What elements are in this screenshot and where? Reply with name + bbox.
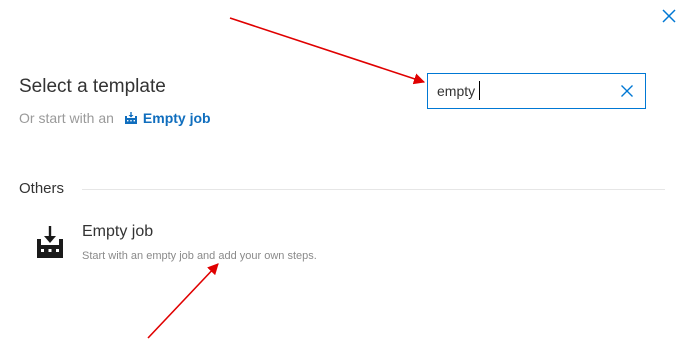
section-divider	[82, 189, 665, 190]
template-description: Start with an empty job and add your own…	[82, 250, 317, 262]
template-name: Empty job	[82, 223, 154, 240]
search-box	[427, 73, 646, 109]
clear-search-button[interactable]	[620, 84, 634, 98]
close-icon	[662, 9, 676, 23]
text-caret	[479, 81, 480, 100]
page-title: Select a template	[19, 76, 166, 97]
annotation-arrows	[147, 17, 426, 339]
clear-icon	[621, 85, 633, 97]
annotation-arrow-to-search	[229, 17, 426, 85]
template-item-empty-job[interactable]: Empty job Start with an empty job and ad…	[20, 215, 440, 275]
annotation-arrow-to-template	[147, 263, 219, 339]
empty-job-link[interactable]: Empty job	[124, 110, 211, 126]
start-empty-line: Or start with an Empty job	[19, 110, 211, 126]
close-button[interactable]	[659, 6, 679, 26]
section-header: Others	[19, 180, 65, 197]
subline-prefix: Or start with an	[19, 110, 114, 126]
empty-job-icon	[37, 226, 63, 258]
empty-job-icon	[124, 112, 137, 124]
empty-job-link-label: Empty job	[142, 110, 211, 126]
select-template-panel: Select a template Or start with an Empty…	[0, 0, 695, 356]
search-input[interactable]	[437, 81, 607, 101]
